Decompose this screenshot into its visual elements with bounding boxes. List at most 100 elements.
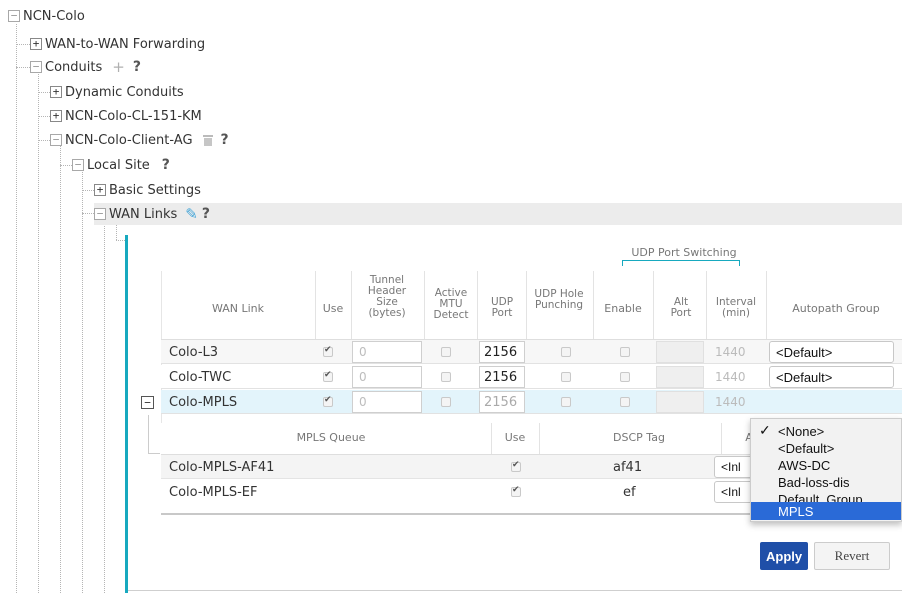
tree-label: Basic Settings — [109, 182, 201, 198]
udp-port-input[interactable]: 2156 — [479, 341, 525, 363]
pencil-icon[interactable]: ✎ — [185, 205, 198, 223]
table-row-selected[interactable]: Colo-MPLS 0 2156 1440 — [161, 390, 902, 414]
collapse-icon[interactable]: − — [72, 159, 84, 171]
expand-icon[interactable]: + — [30, 38, 42, 50]
tree-node-wan-to-wan[interactable]: + WAN-to-WAN Forwarding — [30, 35, 205, 53]
enable-checkbox[interactable] — [620, 372, 630, 382]
alt-port-input[interactable] — [656, 391, 704, 413]
mpls-queue-name: Colo-MPLS-AF41 — [169, 459, 275, 475]
active-mtu-checkbox[interactable] — [441, 347, 451, 357]
col-header-udp-port: UDP Port — [490, 296, 514, 319]
alt-port-input[interactable] — [656, 341, 704, 363]
active-mtu-checkbox[interactable] — [441, 372, 451, 382]
expand-icon[interactable]: + — [50, 86, 62, 98]
collapse-icon[interactable]: − — [94, 208, 106, 220]
tree-label: WAN Links — [109, 206, 178, 222]
udp-port-input[interactable]: 2156 — [479, 366, 525, 388]
use-checkbox[interactable] — [323, 345, 333, 357]
tree-node-dynamic-conduits[interactable]: + Dynamic Conduits — [50, 83, 184, 101]
tree-node-conduit-ag[interactable]: − NCN-Colo-Client-AG ? — [50, 131, 229, 149]
udp-hole-checkbox[interactable] — [561, 397, 571, 407]
enable-checkbox[interactable] — [620, 347, 630, 357]
expand-icon[interactable]: + — [50, 110, 62, 122]
collapse-icon[interactable]: − — [8, 10, 20, 22]
autopath-select[interactable]: <Default> ▲▼ — [769, 366, 894, 388]
mpls-use-checkbox[interactable] — [511, 485, 521, 497]
col-header-dscp: DSCP Tag — [613, 431, 665, 444]
autopath-value: <Default> — [776, 369, 833, 385]
col-header-mpls-queue: MPLS Queue — [296, 431, 366, 444]
add-icon[interactable]: + — [112, 58, 125, 76]
dropdown-option-highlighted[interactable]: MPLS — [751, 502, 901, 520]
autopath-select[interactable]: <Default> ▲▼ — [769, 341, 894, 363]
wan-links-panel: UDP Port Switching WAN Link Use Tunnel H… — [125, 235, 902, 593]
collapse-icon[interactable]: − — [50, 134, 62, 146]
apply-button[interactable]: Apply — [760, 542, 808, 570]
udp-port-input[interactable]: 2156 — [479, 391, 525, 413]
selected-tree-row — [94, 203, 902, 225]
tree-node-wan-links[interactable]: − WAN Links ✎ ? — [94, 205, 210, 223]
col-header-use: Use — [322, 302, 344, 315]
interval-input[interactable]: 1440 — [715, 340, 746, 364]
table-row[interactable]: Colo-L3 0 2156 1440 <Default> ▲▼ — [161, 340, 902, 364]
tree-node-conduit-km[interactable]: + NCN-Colo-CL-151-KM — [50, 107, 202, 125]
tree-label: Dynamic Conduits — [65, 84, 184, 100]
alt-port-input[interactable] — [656, 366, 704, 388]
help-icon[interactable]: ? — [133, 59, 141, 75]
col-header-mpls-use: Use — [504, 431, 526, 444]
dropdown-option[interactable]: AWS-DC — [751, 456, 901, 474]
tunnel-header-input[interactable]: 0 — [352, 391, 422, 413]
mpls-autopath-select[interactable]: <Inl — [714, 456, 754, 478]
dscp-tag: ef — [623, 484, 636, 500]
collapse-icon[interactable]: − — [30, 61, 42, 73]
col-header-alt-port: Alt Port — [670, 296, 692, 319]
enable-checkbox[interactable] — [620, 397, 630, 407]
active-mtu-checkbox[interactable] — [441, 397, 451, 407]
tree-label: NCN-Colo-Client-AG — [65, 132, 193, 148]
collapse-icon[interactable]: − — [141, 396, 154, 409]
table-row[interactable]: Colo-TWC 0 2156 1440 <Default> ▲▼ — [161, 365, 902, 389]
mpls-use-checkbox[interactable] — [511, 460, 521, 472]
tree-node-conduits[interactable]: − Conduits + ? — [30, 58, 141, 76]
mpls-autopath-value: <Inl — [721, 460, 741, 474]
mpls-autopath-select[interactable]: <Inl — [714, 481, 754, 503]
use-checkbox[interactable] — [323, 395, 333, 407]
autopath-dropdown[interactable]: ✓ <None> <Default> AWS-DC Bad-loss-dis D… — [750, 418, 902, 522]
col-header-tunnel-header: Tunnel Header Size (bytes) — [367, 274, 407, 319]
tree-label: WAN-to-WAN Forwarding — [45, 36, 206, 52]
col-header-udp-hole: UDP Hole Punching — [534, 288, 584, 311]
help-icon[interactable]: ? — [202, 206, 210, 222]
autopath-value: <Default> — [776, 344, 833, 360]
wan-link-name: Colo-L3 — [169, 344, 219, 360]
col-header-enable: Enable — [604, 302, 642, 315]
udp-hole-checkbox[interactable] — [561, 372, 571, 382]
tree-label: NCN-Colo-CL-151-KM — [65, 108, 202, 124]
col-header-interval: Interval (min) — [715, 296, 757, 319]
dropdown-option[interactable]: Bad-loss-dis — [751, 473, 901, 491]
dropdown-option[interactable]: <Default> — [751, 439, 901, 457]
tree-label: Local Site — [87, 157, 150, 173]
interval-input[interactable]: 1440 — [715, 365, 746, 389]
mpls-autopath-value: <Inl — [721, 485, 741, 499]
help-icon[interactable]: ? — [221, 132, 229, 148]
trash-icon[interactable] — [202, 134, 213, 146]
col-header-autopath: Autopath Group — [792, 302, 880, 315]
tree-label: NCN-Colo — [23, 8, 85, 24]
tree-node-ncn-colo[interactable]: − NCN-Colo — [8, 7, 85, 25]
udp-port-switching-header: UDP Port Switching — [631, 246, 737, 259]
interval-input[interactable]: 1440 — [715, 390, 746, 414]
tree-node-basic-settings[interactable]: + Basic Settings — [94, 181, 201, 199]
mpls-queue-name: Colo-MPLS-EF — [169, 484, 258, 500]
wan-link-name: Colo-TWC — [169, 369, 232, 385]
tree-node-local-site[interactable]: − Local Site ? — [72, 156, 170, 174]
col-header-active-mtu: Active MTU Detect — [433, 287, 469, 321]
tunnel-header-input[interactable]: 0 — [352, 366, 422, 388]
expand-icon[interactable]: + — [94, 184, 106, 196]
udp-hole-checkbox[interactable] — [561, 347, 571, 357]
use-checkbox[interactable] — [323, 370, 333, 382]
tunnel-header-input[interactable]: 0 — [352, 341, 422, 363]
help-icon[interactable]: ? — [162, 157, 170, 173]
checkmark-icon: ✓ — [759, 422, 771, 438]
dropdown-option[interactable]: ✓ <None> — [751, 422, 901, 440]
revert-button[interactable]: Revert — [814, 542, 890, 570]
